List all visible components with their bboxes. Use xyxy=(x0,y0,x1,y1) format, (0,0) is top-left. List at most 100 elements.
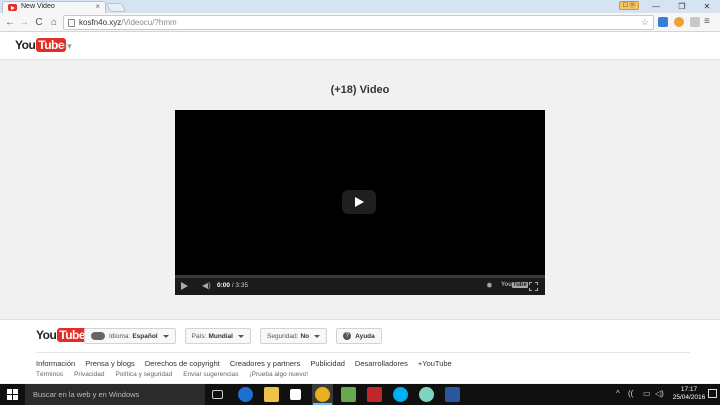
country-label: País: xyxy=(191,332,207,340)
volume-icon[interactable]: ◀) xyxy=(202,281,211,290)
time-current: 0:00 xyxy=(217,282,231,289)
footer-link[interactable]: Enviar sugerencias xyxy=(183,371,238,378)
twitter-extension-icon[interactable] xyxy=(658,17,668,27)
reload-button[interactable]: C xyxy=(33,16,45,29)
youtube-header: You Tube ≡▾ xyxy=(0,32,720,60)
footer-link[interactable]: ¡Prueba algo nuevo! xyxy=(249,371,308,378)
browser-menu-icon[interactable]: ≡ xyxy=(704,16,710,27)
tab-close-button[interactable]: × xyxy=(95,2,100,11)
language-picker[interactable]: Idioma: Español xyxy=(84,328,176,344)
minimize-button[interactable]: — xyxy=(643,0,669,13)
filezilla-icon[interactable] xyxy=(367,387,382,402)
notepad-plus-icon[interactable] xyxy=(341,387,356,402)
browser-tab-strip: New Video × ☐ ⓜ — ❐ ✕ xyxy=(0,0,720,13)
store-icon[interactable] xyxy=(290,389,301,400)
browser-tab[interactable]: New Video × xyxy=(2,1,106,13)
help-button[interactable]: ? Ayuda xyxy=(336,328,382,344)
language-value: Español xyxy=(132,332,158,340)
help-label: Ayuda xyxy=(355,332,375,340)
profile-badge[interactable]: ☐ ⓜ xyxy=(619,1,639,10)
footer-youtube-logo[interactable]: You Tube xyxy=(36,328,88,342)
window-close-button[interactable]: ✕ xyxy=(694,0,720,13)
guide-menu-icon[interactable]: ≡▾ xyxy=(62,41,72,52)
country-picker[interactable]: País: Mundial xyxy=(184,328,251,344)
cookie-extension-icon[interactable] xyxy=(674,17,684,27)
url-text[interactable]: kosfn4o.xyz/Videocu/?hmm xyxy=(79,18,177,27)
player-logo-you: You xyxy=(501,282,512,288)
windows-taskbar: Buscar en la web y en Windows ^ (( ▭ ◁) … xyxy=(0,384,720,405)
url-host: kosfn4o.xyz xyxy=(79,18,122,27)
footer-link[interactable]: Prensa y blogs xyxy=(85,359,135,368)
footer-link[interactable]: Términos xyxy=(36,371,63,378)
taskbar-search-box[interactable]: Buscar en la web y en Windows xyxy=(25,384,205,405)
edge-browser-icon[interactable] xyxy=(238,387,253,402)
maximize-button[interactable]: ❐ xyxy=(669,0,695,13)
play-icon[interactable] xyxy=(181,282,188,290)
footer-link[interactable]: Información xyxy=(36,359,75,368)
bookmark-star-icon[interactable]: ☆ xyxy=(641,17,649,28)
chrome-icon[interactable] xyxy=(315,387,330,402)
footer-divider xyxy=(36,352,690,353)
tab-title: New Video xyxy=(21,3,55,10)
video-title: (+18) Video xyxy=(330,84,390,96)
footer-link[interactable]: +YouTube xyxy=(418,359,452,368)
footer-secondary-links: Términos Privacidad Política y seguridad… xyxy=(36,371,308,378)
footer-link[interactable]: Derechos de copyright xyxy=(145,359,220,368)
chevron-down-icon xyxy=(162,334,169,338)
windows-start-icon[interactable] xyxy=(7,389,18,400)
address-bar[interactable]: kosfn4o.xyz/Videocu/?hmm ☆ xyxy=(63,15,654,30)
footer-link[interactable]: Publicidad xyxy=(310,359,345,368)
browser-toolbar: ← → C ⌂ kosfn4o.xyz/Videocu/?hmm ☆ ≡ xyxy=(0,13,720,32)
action-center-icon[interactable] xyxy=(708,389,717,398)
safety-value: No xyxy=(300,332,310,340)
footer-link[interactable]: Política y seguridad xyxy=(115,371,172,378)
youtube-favicon-icon xyxy=(8,4,17,11)
photos-icon[interactable] xyxy=(419,387,434,402)
footer-link[interactable]: Creadores y partners xyxy=(230,359,300,368)
footer-logo-you: You xyxy=(36,328,57,342)
time-display: 0:00 / 3:35 xyxy=(217,282,248,289)
safety-label: Seguridad: xyxy=(267,332,299,340)
clock-time: 17:17 xyxy=(680,386,698,393)
word-icon[interactable] xyxy=(445,387,460,402)
time-total: / 3:35 xyxy=(230,282,249,289)
big-play-button[interactable] xyxy=(342,190,376,214)
footer-logo-tube: Tube xyxy=(57,328,88,342)
player-logo-tube: Tube xyxy=(511,282,528,288)
home-button[interactable]: ⌂ xyxy=(48,16,60,29)
footer-pickers: Idioma: Español País: Mundial Seguridad: No… xyxy=(84,328,382,344)
wifi-icon[interactable]: (( xyxy=(628,389,633,398)
taskbar-clock[interactable]: 17:17 25/04/2016 xyxy=(672,386,706,402)
logo-you-text: You xyxy=(15,38,36,52)
tray-expand-icon[interactable]: ^ xyxy=(616,389,620,398)
youtube-footer: You Tube Idioma: Español País: Mundial Seg… xyxy=(0,319,720,383)
volume-tray-icon[interactable]: ◁) xyxy=(655,389,664,398)
fullscreen-icon[interactable] xyxy=(529,282,538,291)
page-icon xyxy=(68,19,75,27)
back-button[interactable]: ← xyxy=(4,16,16,29)
skype-icon[interactable] xyxy=(393,387,408,402)
language-people-icon xyxy=(91,332,105,340)
country-value: Mundial xyxy=(208,332,233,340)
player-controls: ◀) 0:00 / 3:35 ✹ YouTube xyxy=(175,278,545,295)
clock-date: 25/04/2016 xyxy=(672,394,706,401)
forward-button[interactable]: → xyxy=(18,16,30,29)
safety-picker[interactable]: Seguridad: No xyxy=(260,328,328,344)
battery-icon[interactable]: ▭ xyxy=(643,389,651,398)
help-icon: ? xyxy=(343,332,352,340)
chevron-down-icon xyxy=(314,334,321,338)
footer-primary-links: Información Prensa y blogs Derechos de c… xyxy=(36,359,452,368)
new-tab-button[interactable] xyxy=(105,3,127,12)
youtube-logo[interactable]: You Tube xyxy=(15,38,67,52)
video-player[interactable]: ◀) 0:00 / 3:35 ✹ YouTube xyxy=(175,110,545,295)
url-path: /Videocu/?hmm xyxy=(121,18,177,27)
settings-gear-icon[interactable]: ✹ xyxy=(486,281,493,290)
chevron-down-icon xyxy=(238,334,244,338)
language-label: Idioma: xyxy=(109,332,131,340)
footer-link[interactable]: Desarrolladores xyxy=(355,359,408,368)
player-youtube-logo[interactable]: YouTube xyxy=(501,282,528,288)
file-explorer-icon[interactable] xyxy=(264,387,279,402)
task-view-icon[interactable] xyxy=(212,390,223,399)
footer-link[interactable]: Privacidad xyxy=(74,371,104,378)
flash-extension-icon[interactable] xyxy=(690,17,700,27)
